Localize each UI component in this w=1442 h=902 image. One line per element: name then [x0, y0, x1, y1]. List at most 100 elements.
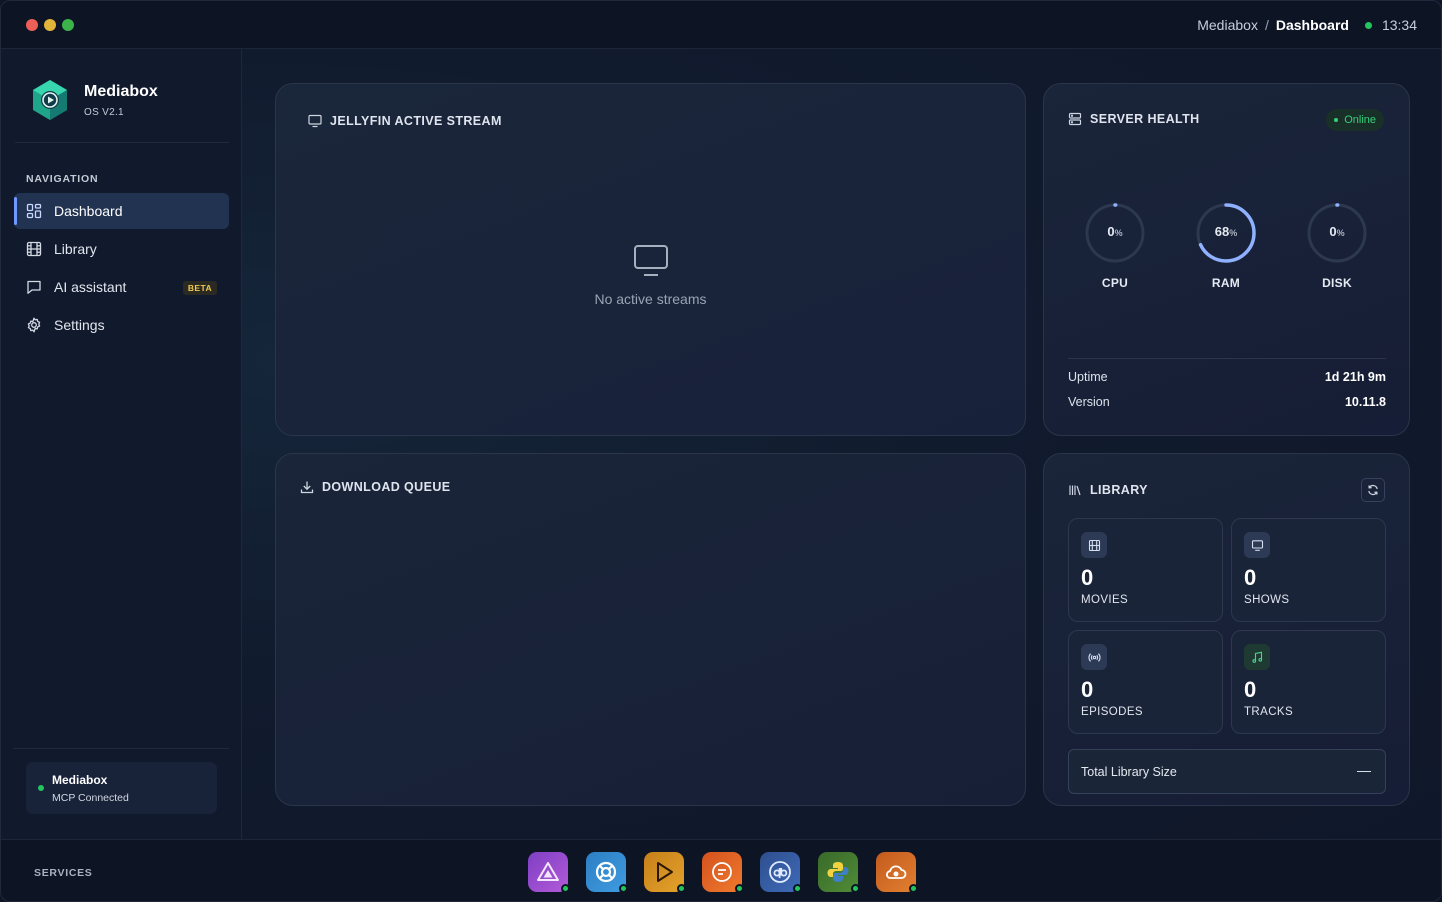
server-health-card: SERVER HEALTH Online 0% CPU 68% RAM 0% D… — [1043, 83, 1410, 436]
status-badge: Online — [1326, 109, 1384, 131]
close-window-button[interactable] — [26, 19, 38, 31]
stat-label: MOVIES — [1081, 594, 1129, 606]
music-note-icon — [1244, 644, 1270, 670]
gauge-value: 0% — [1107, 224, 1123, 239]
qb-icon — [769, 861, 791, 883]
refresh-icon — [1368, 484, 1378, 496]
card-title: DOWNLOAD QUEUE — [300, 480, 451, 494]
stat-shows[interactable]: 0 SHOWS — [1231, 518, 1386, 622]
disk-gauge: 0% DISK — [1305, 201, 1369, 290]
services-dock — [528, 852, 918, 893]
subtitle-icon — [712, 862, 732, 882]
app-window: Mediabox / Dashboard 13:34 Mediabox OS V… — [0, 0, 1442, 902]
mcp-status: MCP Connected — [52, 792, 129, 804]
sidebar-item-dashboard[interactable]: Dashboard — [14, 193, 229, 229]
ram-gauge: 68% RAM — [1194, 201, 1258, 290]
sidebar: Mediabox OS V2.1 NAVIGATION Dashboard Li… — [1, 49, 242, 839]
download-icon — [300, 481, 314, 494]
service-status-dot — [851, 884, 860, 893]
mcp-status-dot — [38, 785, 44, 791]
service-qbittorrent[interactable] — [760, 852, 802, 893]
lifebuoy-icon — [595, 861, 617, 883]
breadcrumb-root[interactable]: Mediabox — [1197, 17, 1258, 33]
uptime-label: Uptime — [1068, 370, 1108, 384]
gauge-label: CPU — [1101, 276, 1129, 290]
play-icon — [657, 862, 673, 882]
library-card: LIBRARY 0 MOVIES 0 SHOWS 0 EPISODES 0 TR… — [1043, 453, 1410, 806]
service-jellyfin[interactable] — [644, 852, 686, 893]
mediabox-logo-icon — [33, 80, 67, 120]
python-icon — [827, 862, 849, 882]
service-cloud[interactable] — [876, 852, 918, 893]
service-jellyseerr[interactable] — [586, 852, 628, 893]
breadcrumb-current: Dashboard — [1275, 17, 1349, 33]
service-status-dot — [561, 884, 570, 893]
health-title: SERVER HEALTH — [1090, 112, 1200, 126]
stat-episodes[interactable]: 0 EPISODES — [1068, 630, 1223, 734]
clock: 13:34 — [1381, 17, 1417, 33]
maximize-window-button[interactable] — [62, 19, 74, 31]
service-prowlarr[interactable] — [528, 852, 570, 893]
sidebar-item-library[interactable]: Library — [14, 231, 229, 267]
chat-icon — [27, 280, 41, 294]
monitor-icon — [633, 245, 668, 276]
title-bar: Mediabox / Dashboard 13:34 — [1, 1, 1441, 49]
sidebar-item-label: Dashboard — [54, 203, 123, 219]
version-value: 10.11.8 — [1344, 395, 1386, 409]
download-queue-card: DOWNLOAD QUEUE — [275, 453, 1026, 806]
service-status-dot — [793, 884, 802, 893]
service-bazarr[interactable] — [702, 852, 744, 893]
uptime-row: Uptime 1d 21h 9m — [1068, 370, 1386, 384]
active-stream-card: JELLYFIN ACTIVE STREAM No active streams — [275, 83, 1026, 436]
stream-title: JELLYFIN ACTIVE STREAM — [330, 114, 502, 128]
divider — [1068, 358, 1386, 359]
queue-title: DOWNLOAD QUEUE — [322, 480, 451, 494]
breadcrumb-separator: / — [1264, 17, 1269, 33]
gauge-value: 68% — [1214, 224, 1238, 239]
service-status-dot — [619, 884, 628, 893]
mcp-name: Mediabox — [52, 773, 108, 787]
version-row: Version 10.11.8 — [1068, 395, 1386, 409]
window-controls — [26, 19, 74, 31]
services-label: SERVICES — [34, 867, 93, 879]
card-title: SERVER HEALTH — [1068, 112, 1200, 126]
sidebar-item-ai-assistant[interactable]: AI assistant BETA — [14, 269, 229, 305]
service-python[interactable] — [818, 852, 860, 893]
total-label: Total Library Size — [1081, 765, 1177, 779]
grid-icon — [26, 203, 42, 219]
gear-icon — [27, 317, 41, 333]
stat-label: EPISODES — [1081, 706, 1143, 718]
card-title: LIBRARY — [1068, 483, 1148, 497]
sidebar-item-label: AI assistant — [54, 279, 127, 295]
sidebar-item-settings[interactable]: Settings — [14, 307, 229, 343]
stat-label: SHOWS — [1244, 594, 1290, 606]
total-library-size: Total Library Size — — [1068, 749, 1386, 794]
service-status-dot — [909, 884, 918, 893]
brand-name: Mediabox — [84, 82, 158, 100]
divider — [15, 142, 229, 143]
card-title: JELLYFIN ACTIVE STREAM — [308, 114, 502, 128]
server-icon — [1068, 112, 1082, 126]
film-icon — [26, 241, 42, 257]
gauge-value: 0% — [1329, 224, 1345, 239]
stat-tracks[interactable]: 0 TRACKS — [1231, 630, 1386, 734]
library-icon — [1069, 485, 1081, 496]
beta-badge: BETA — [182, 281, 217, 295]
mcp-status-card[interactable]: Mediabox MCP Connected — [26, 762, 217, 814]
film-icon — [1081, 532, 1107, 558]
stat-value: 0 — [1081, 565, 1094, 590]
nav-heading: NAVIGATION — [26, 173, 99, 185]
brand[interactable]: Mediabox OS V2.1 — [31, 79, 158, 121]
refresh-button[interactable] — [1361, 478, 1385, 502]
empty-state-text: No active streams — [594, 291, 707, 307]
minimize-window-button[interactable] — [44, 19, 56, 31]
service-status-dot — [677, 884, 686, 893]
brand-version: OS V2.1 — [84, 106, 124, 118]
empty-state: No active streams — [276, 244, 1025, 307]
stat-value: 0 — [1081, 677, 1094, 702]
stat-movies[interactable]: 0 MOVIES — [1068, 518, 1223, 622]
divider — [13, 748, 229, 749]
total-value: — — [1357, 762, 1371, 778]
version-label: Version — [1068, 395, 1110, 409]
library-title: LIBRARY — [1090, 483, 1148, 497]
